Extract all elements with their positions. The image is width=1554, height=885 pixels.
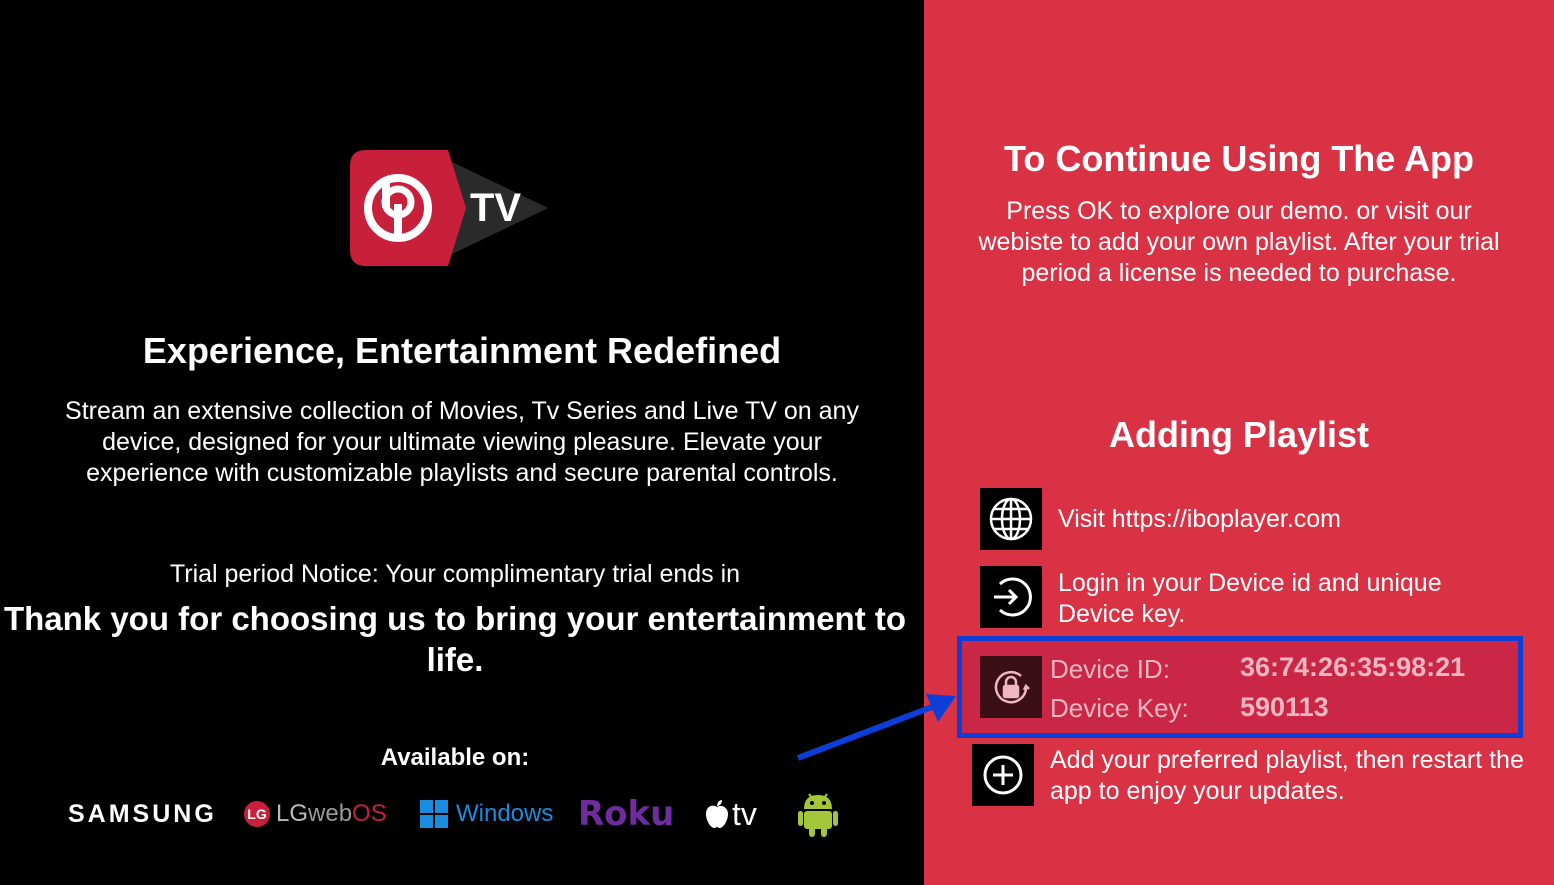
windows-text: Windows [456, 800, 554, 827]
plus-circle-icon [972, 744, 1034, 806]
lg-webos-logo: LG LG web OS [244, 792, 387, 836]
step-add-playlist: Add your preferred playlist, then restar… [1050, 746, 1524, 805]
samsung-logo: SAMSUNG [68, 799, 217, 828]
windows-icon [420, 800, 448, 828]
app-description: Stream an extensive collection of Movies… [65, 397, 859, 487]
android-icon [798, 792, 838, 837]
login-icon [980, 566, 1042, 628]
lg-web-text: web [308, 800, 353, 827]
device-id-label: Device ID: [1050, 654, 1170, 684]
step-visit-website[interactable]: Visit https://iboplayer.com [1058, 504, 1518, 535]
lg-os-text: OS [352, 800, 387, 827]
continue-title: To Continue Using The App [1004, 138, 1474, 179]
trial-notice: Trial period Notice: Your complimentary … [169, 560, 741, 588]
annotation-arrow-icon [796, 694, 956, 761]
apple-icon [706, 800, 728, 828]
lg-icon: LG [244, 801, 270, 827]
tagline: Experience, Entertainment Redefined [142, 330, 782, 371]
step-login: Login in your Device id and unique Devic… [1058, 569, 1442, 628]
device-id-value: 36:74:26:35:98:21 [1240, 652, 1466, 682]
apple-tv-logo: tv [704, 792, 757, 836]
available-on-label: Available on: [380, 744, 530, 771]
globe-icon [980, 488, 1042, 550]
lg-text: LG [276, 800, 309, 827]
roku-logo: Roku [578, 794, 675, 834]
device-key-label: Device Key: [1050, 693, 1189, 723]
adding-playlist-title: Adding Playlist [1108, 414, 1370, 455]
continue-description: Press OK to explore our demo. or visit o… [978, 197, 1500, 287]
apple-tv-text: tv [732, 795, 757, 832]
device-key-value: 590113 [1240, 692, 1329, 722]
thanks-message: Thank you for choosing us to bring your … [3, 600, 907, 678]
platform-logos: SAMSUNG LG LG web OS Windows Roku tv [0, 792, 924, 842]
logo-text: TV [470, 186, 522, 230]
windows-logo: Windows [420, 792, 553, 836]
lock-refresh-icon [980, 656, 1042, 718]
